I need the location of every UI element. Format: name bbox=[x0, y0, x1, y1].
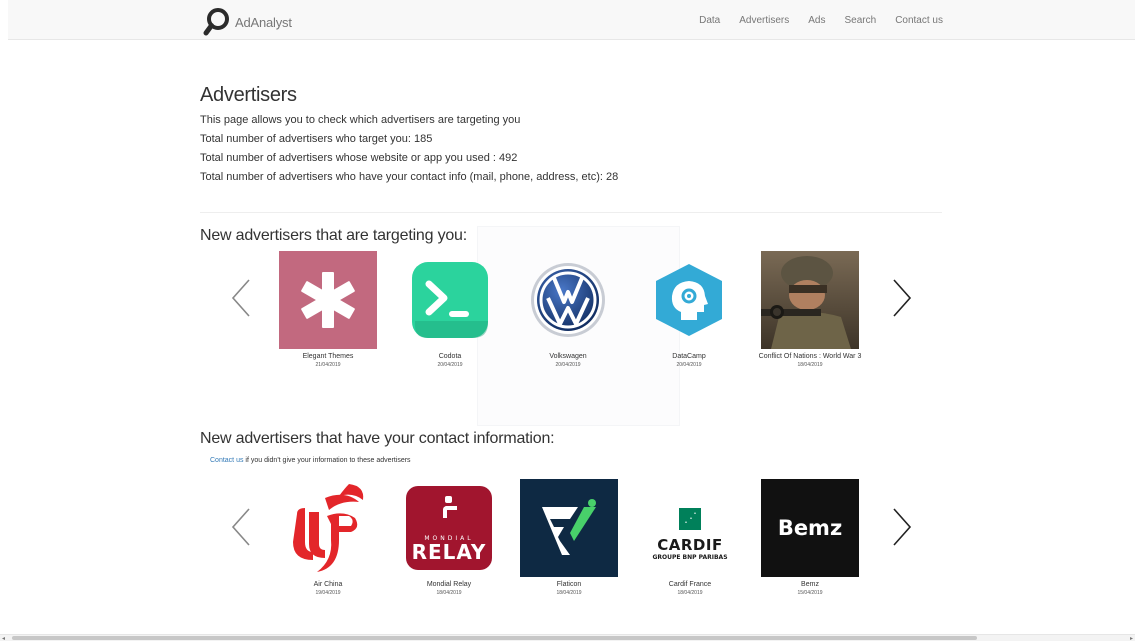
stat-contact: Total number of advertisers who have you… bbox=[200, 171, 619, 183]
advertiser-name: Elegant Themes bbox=[302, 353, 354, 360]
page-title: Advertisers bbox=[200, 84, 297, 106]
advertiser-date: 20/04/2019 bbox=[676, 362, 702, 368]
advertiser-name: Mondial Relay bbox=[426, 581, 472, 588]
stat-targeting: Total number of advertisers who target y… bbox=[200, 133, 433, 145]
nav-link-ads[interactable]: Ads bbox=[808, 15, 825, 26]
codota-logo-icon bbox=[401, 251, 499, 349]
mondial-relay-logo-icon: MONDIAL RELAY bbox=[400, 479, 498, 577]
advertiser-name: Bemz bbox=[801, 581, 819, 588]
contact-note: Contact us if you didn't give your infor… bbox=[210, 457, 411, 464]
advertiser-card[interactable]: DataCamp 20/04/2019 bbox=[634, 251, 744, 368]
chevron-right-icon bbox=[893, 279, 912, 317]
page-description: This page allows you to check which adve… bbox=[200, 114, 521, 126]
targeting-next-button[interactable] bbox=[889, 278, 915, 318]
bemz-logo-icon: Bemz bbox=[761, 479, 859, 577]
chevron-right-icon bbox=[893, 508, 912, 546]
advertiser-card[interactable]: Codota 20/04/2019 bbox=[395, 251, 505, 368]
elegant-themes-logo-icon bbox=[279, 251, 377, 349]
advertiser-name: Flaticon bbox=[556, 581, 582, 588]
flaticon-logo-icon bbox=[520, 479, 618, 577]
advertiser-date: 18/04/2019 bbox=[556, 590, 582, 596]
targeting-prev-button[interactable] bbox=[229, 278, 255, 318]
mondial-relay-main-text: RELAY bbox=[411, 540, 487, 564]
chevron-left-icon bbox=[231, 508, 250, 546]
top-navbar: AdAnalyst Data Advertisers Ads Search Co… bbox=[8, 0, 1135, 40]
contact-note-text: if you didn't give your information to t… bbox=[243, 457, 411, 464]
brand-name: AdAnalyst bbox=[235, 14, 292, 30]
nav-link-contact[interactable]: Contact us bbox=[895, 15, 943, 26]
nav-link-search[interactable]: Search bbox=[845, 15, 877, 26]
nav-link-advertisers[interactable]: Advertisers bbox=[739, 15, 789, 26]
advertiser-card[interactable]: Flaticon 18/04/2019 bbox=[514, 479, 624, 596]
cardif-wordmark: CARDIF bbox=[657, 535, 723, 554]
contact-us-link[interactable]: Contact us bbox=[210, 457, 243, 464]
mondial-relay-arc bbox=[443, 506, 457, 518]
advertiser-card[interactable]: Bemz Bemz 15/04/2019 bbox=[755, 479, 865, 596]
advertiser-date: 19/04/2019 bbox=[315, 590, 341, 596]
chevron-left-icon bbox=[231, 279, 250, 317]
nav-link-data[interactable]: Data bbox=[699, 15, 720, 26]
section-divider bbox=[200, 212, 942, 213]
advertiser-name: Air China bbox=[313, 581, 343, 588]
horizontal-scrollbar[interactable]: ◂ ▸ bbox=[0, 634, 1135, 642]
advertiser-date: 18/04/2019 bbox=[436, 590, 462, 596]
mondial-relay-badge: MONDIAL RELAY bbox=[406, 486, 492, 570]
targeting-section-title: New advertisers that are targeting you: bbox=[200, 227, 468, 244]
advertiser-card[interactable]: Volkswagen 20/04/2019 bbox=[513, 251, 623, 368]
advertiser-card[interactable]: Conflict Of Nations : World War 3 18/04/… bbox=[755, 251, 865, 368]
contact-prev-button[interactable] bbox=[229, 507, 255, 547]
contact-section-title: New advertisers that have your contact i… bbox=[200, 430, 555, 447]
stat-website: Total number of advertisers whose websit… bbox=[200, 152, 518, 164]
cardif-star-icon bbox=[679, 507, 701, 530]
advertiser-name: Conflict Of Nations : World War 3 bbox=[758, 353, 862, 360]
advertiser-card[interactable]: Air China 19/04/2019 bbox=[273, 479, 383, 596]
advertiser-date: 20/04/2019 bbox=[437, 362, 463, 368]
scrollbar-thumb[interactable] bbox=[12, 636, 977, 640]
advertisers-summary: Advertisers This page allows you to chec… bbox=[200, 84, 942, 187]
cardif-logo-icon: CARDIF GROUPE BNP PARIBAS bbox=[641, 479, 739, 577]
cardif-subtitle: GROUPE BNP PARIBAS bbox=[652, 553, 728, 561]
nav-links: Data Advertisers Ads Search Contact us bbox=[680, 0, 943, 40]
advertiser-card[interactable]: MONDIAL RELAY Mondial Relay 18/04/2019 bbox=[394, 479, 504, 596]
advertiser-date: 15/04/2019 bbox=[797, 590, 823, 596]
advertiser-name: Volkswagen bbox=[549, 353, 587, 360]
advertiser-name: Cardif France bbox=[668, 581, 712, 588]
bemz-wordmark: Bemz bbox=[777, 516, 843, 540]
advertiser-card[interactable]: CARDIF GROUPE BNP PARIBAS Cardif France … bbox=[635, 479, 745, 596]
advertiser-date: 20/04/2019 bbox=[555, 362, 581, 368]
air-china-logo-icon bbox=[279, 479, 377, 577]
volkswagen-logo-icon bbox=[519, 251, 617, 349]
advertiser-name: Codota bbox=[438, 353, 462, 360]
contact-next-button[interactable] bbox=[889, 507, 915, 547]
conflict-of-nations-logo-icon bbox=[761, 251, 859, 349]
advertiser-name: DataCamp bbox=[672, 353, 706, 360]
advertiser-date: 18/04/2019 bbox=[677, 590, 703, 596]
advertiser-card[interactable]: Elegant Themes 21/04/2019 bbox=[273, 251, 383, 368]
magnifier-logo-icon bbox=[203, 8, 229, 36]
advertiser-date: 21/04/2019 bbox=[315, 362, 341, 368]
advertiser-date: 18/04/2019 bbox=[797, 362, 823, 368]
datacamp-logo-icon bbox=[640, 251, 738, 349]
mondial-relay-dot bbox=[445, 496, 452, 503]
brand-logo[interactable]: AdAnalyst bbox=[203, 7, 292, 37]
